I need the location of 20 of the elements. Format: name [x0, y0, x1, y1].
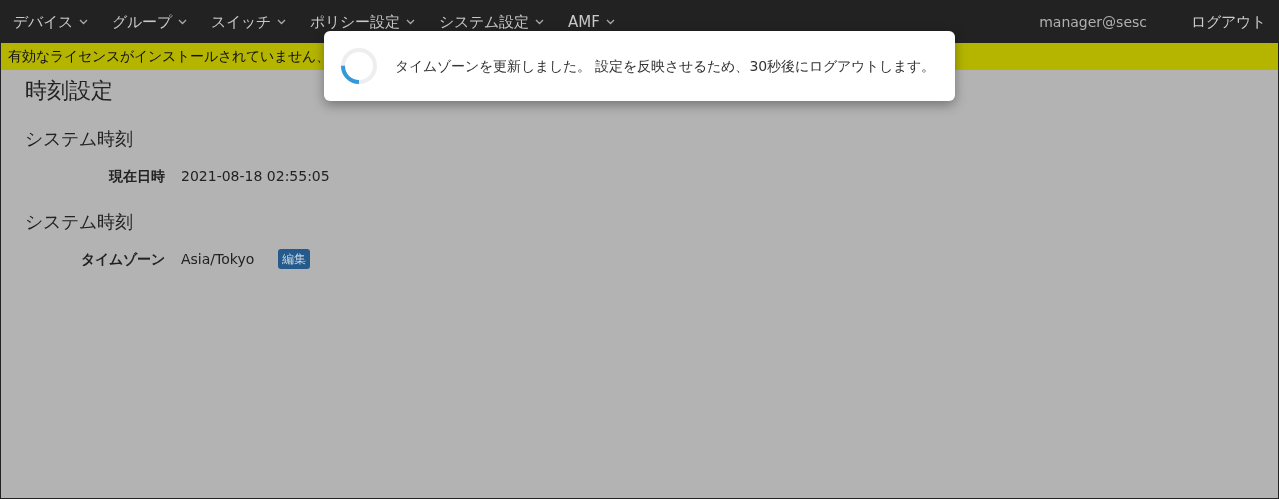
section-heading: システム時刻: [25, 211, 134, 233]
menu-dropdown[interactable]: デバイス: [13, 10, 88, 34]
chevron-down-icon: [406, 19, 415, 25]
field-label: 現在日時: [107, 167, 165, 186]
logout-link[interactable]: ログアウト: [1191, 10, 1266, 34]
page-title: 時刻設定: [25, 78, 114, 105]
field-label: タイムゾーン: [80, 249, 165, 269]
edit-button[interactable]: 編集: [278, 249, 311, 270]
chevron-down-icon: [178, 19, 187, 25]
spinner-icon: [339, 46, 379, 86]
chevron-down-icon: [535, 19, 544, 25]
username: manager@sesc: [1039, 12, 1147, 32]
field-value: 2021-08-18 02:55:05: [181, 167, 330, 186]
chevron-down-icon: [79, 19, 88, 25]
chevron-down-icon: [277, 19, 286, 25]
menu-dropdown[interactable]: スイッチ: [211, 10, 286, 34]
menu-dropdown[interactable]: グループ: [112, 10, 187, 34]
chevron-down-icon: [605, 19, 615, 25]
field-value: Asia/Tokyo: [181, 249, 255, 269]
section-heading: システム時刻: [25, 128, 134, 150]
